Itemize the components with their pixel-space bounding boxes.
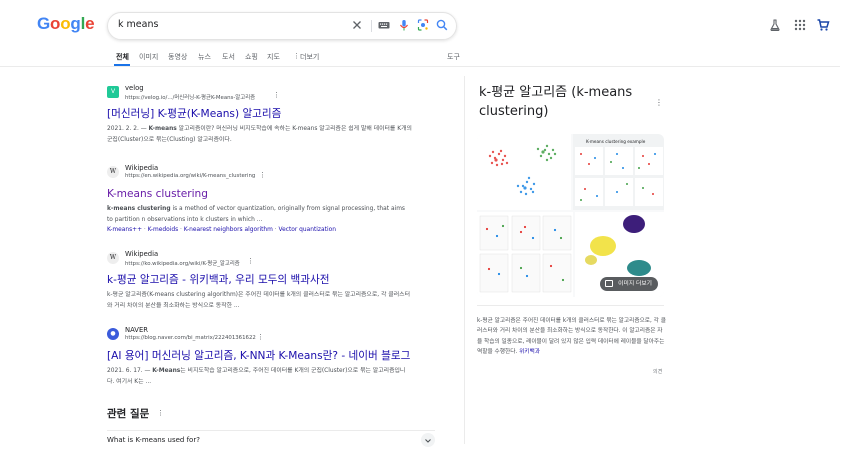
related-question-item[interactable]: What is K-means used for?	[107, 430, 435, 447]
tab-videos[interactable]: 동영상	[168, 52, 187, 62]
result-title-link[interactable]: K-means clustering	[107, 187, 417, 201]
camera-lens-icon[interactable]	[415, 17, 431, 33]
tab-news[interactable]: 뉴스	[198, 52, 211, 62]
clear-icon[interactable]	[349, 17, 365, 33]
result-menu-icon[interactable]: ⋮	[247, 258, 254, 265]
sitelink[interactable]: K-means++	[107, 227, 142, 233]
knowledge-panel: k-평균 알고리즘 (k-means clustering) ⋮ K-means…	[464, 76, 678, 444]
result-title-link[interactable]: k-평균 알고리즘 - 위키백과, 우리 모두의 백과사전	[107, 273, 417, 287]
labs-flask-icon[interactable]	[768, 18, 782, 32]
search-result: ● NAVER https://blog.naver.com/bi_matrix…	[107, 326, 417, 387]
google-logo[interactable]: Google	[37, 14, 95, 34]
microphone-icon[interactable]	[396, 17, 412, 33]
search-result: W Wikipedia https://en.wikipedia.org/wik…	[107, 164, 417, 233]
wikipedia-source-link[interactable]: 위키백과	[519, 349, 540, 355]
collage-caption: K-means clustering example	[586, 139, 646, 144]
search-divider	[371, 20, 372, 32]
chevron-down-icon[interactable]	[421, 433, 435, 447]
knowledge-panel-description: k-평균 알고리즘은 주어진 데이터를 k개의 클러스터로 묶는 알고리즘으로,…	[477, 318, 666, 355]
divider	[477, 305, 664, 306]
wikipedia-favicon-icon: W	[107, 252, 119, 264]
knowledge-panel-image-collage[interactable]: K-means clustering example 이미지 더보기	[477, 134, 664, 297]
more-images-label: 이미지 더보기	[618, 281, 652, 287]
tab-images[interactable]: 이미지	[139, 52, 158, 62]
result-snippet: k-means clustering is a method of vector…	[107, 206, 406, 223]
result-site-name: velog	[125, 84, 144, 92]
tab-maps[interactable]: 지도	[267, 52, 280, 62]
related-questions-heading: 관련 질문	[107, 408, 150, 420]
page-scrollbar[interactable]	[840, 66, 849, 444]
tools-button[interactable]: 도구	[447, 52, 460, 62]
search-input[interactable]: k means	[118, 19, 158, 30]
result-menu-icon[interactable]: ⋮	[257, 334, 264, 341]
result-menu-icon[interactable]: ⋮	[259, 172, 266, 179]
apps-grid-icon[interactable]	[793, 18, 807, 32]
search-icon[interactable]	[434, 17, 450, 33]
image-icon	[605, 280, 614, 287]
more-dots-icon[interactable]: ⋮	[293, 52, 300, 60]
result-snippet: 2021. 2. 2. — K-means 알고리즘이란? 머신러닝 비지도학습…	[107, 126, 412, 143]
account-avatar-icon[interactable]	[816, 18, 830, 32]
sitelink[interactable]: K-nearest neighbors algorithm	[184, 227, 273, 233]
search-result: W Wikipedia https://ko.wikipedia.org/wik…	[107, 250, 417, 311]
result-snippet: k-평균 알고리즘(K-means clustering algorithm)은…	[107, 292, 410, 309]
velog-favicon-icon: V	[107, 86, 119, 98]
tab-shopping[interactable]: 쇼핑	[245, 52, 258, 62]
result-source[interactable]: W Wikipedia https://en.wikipedia.org/wik…	[107, 164, 417, 184]
related-question-text: What is K-means used for?	[107, 436, 200, 444]
header: Google k means 전체 이미지 동영상 뉴스 도서 쇼핑 지도 ⋮ …	[0, 0, 849, 67]
result-site-name: Wikipedia	[125, 250, 159, 258]
result-title-link[interactable]: [머신러닝] K-평균(K-Means) 알고리즘	[107, 107, 417, 121]
wikipedia-favicon-icon: W	[107, 166, 119, 178]
result-title-link[interactable]: [AI 용어] 머신러닝 알고리즘, K-NN과 K-Means란? - 네이버…	[107, 349, 417, 363]
naver-blog-favicon-icon: ●	[107, 328, 119, 340]
result-menu-icon[interactable]: ⋮	[273, 92, 280, 99]
feedback-link[interactable]: 의견	[653, 368, 662, 375]
result-source[interactable]: W Wikipedia https://ko.wikipedia.org/wik…	[107, 250, 417, 270]
search-result: V velog https://velog.io/.../머신러닝-K-평균K-…	[107, 84, 417, 145]
tab-all[interactable]: 전체	[116, 52, 129, 62]
tab-books[interactable]: 도서	[222, 52, 235, 62]
result-url: https://en.wikipedia.org/wiki/K-means_cl…	[125, 173, 256, 179]
tab-more[interactable]: 더보기	[300, 52, 319, 62]
sitelink[interactable]: K-medoids	[148, 227, 179, 233]
knowledge-panel-title: k-평균 알고리즘 (k-means clustering)	[479, 85, 633, 119]
result-url: https://ko.wikipedia.org/wiki/K-평균_알고리즘	[125, 261, 240, 267]
keyboard-icon[interactable]	[376, 17, 392, 33]
result-url: https://blog.naver.com/bi_matrix/2224013…	[125, 335, 256, 341]
result-snippet: 2021. 6. 17. — K-Means는 비지도학습 알고리즘으로, 주어…	[107, 368, 406, 385]
active-tab-indicator	[114, 64, 130, 66]
result-site-name: NAVER	[125, 326, 148, 334]
result-url: https://velog.io/.../머신러닝-K-평균K-Means-알고…	[125, 95, 256, 101]
result-site-name: Wikipedia	[125, 164, 159, 172]
knowledge-panel-menu-icon[interactable]: ⋮	[655, 98, 663, 107]
sitelink[interactable]: Vector quantization	[279, 227, 336, 233]
result-source[interactable]: ● NAVER https://blog.naver.com/bi_matrix…	[107, 326, 417, 346]
kmeans-collage-image: K-means clustering example	[477, 134, 664, 297]
result-source[interactable]: V velog https://velog.io/.../머신러닝-K-평균K-…	[107, 84, 417, 104]
result-sitelinks: K-means++ · K-medoids · K-nearest neighb…	[107, 227, 336, 233]
related-questions-menu-icon[interactable]: ⋮	[157, 409, 164, 417]
more-images-button[interactable]: 이미지 더보기	[600, 277, 658, 291]
search-box[interactable]: k means	[107, 12, 457, 40]
